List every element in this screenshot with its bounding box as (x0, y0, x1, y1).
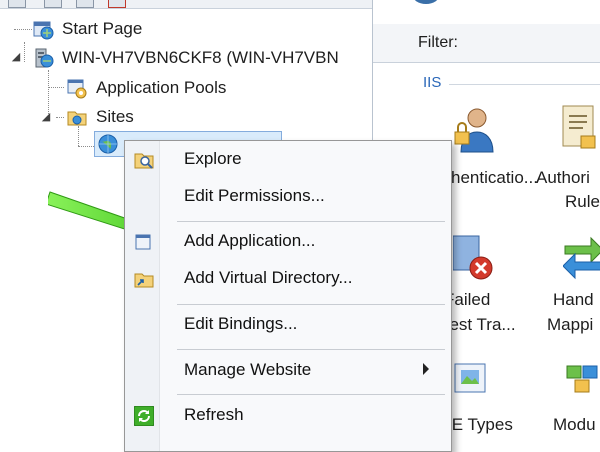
authorization-rules-label-line1[interactable]: Authori (536, 166, 590, 190)
refresh-icon (133, 405, 155, 427)
tree-item-website[interactable] (97, 132, 127, 156)
authorization-rules-label-line2[interactable]: Rule (565, 190, 600, 214)
collapse-sites-icon[interactable]: ◢ (41, 110, 51, 123)
menu-separator (177, 304, 445, 305)
menu-item-add-virtual-directory[interactable]: Add Virtual Directory... (127, 264, 447, 294)
tree-item-start-page[interactable]: Start Page (32, 17, 142, 41)
modules-icon[interactable] (563, 360, 600, 405)
menu-item-label: Explore (184, 149, 242, 168)
menu-item-explore[interactable]: Explore (127, 145, 447, 175)
connections-toolbar (0, 0, 372, 9)
menu-separator (177, 394, 445, 395)
start-page-icon (32, 18, 54, 40)
menu-item-add-application[interactable]: Add Application... (127, 227, 447, 257)
tree-item-application-pools[interactable]: Application Pools (66, 76, 226, 100)
tree-item-label: WIN-VH7VBN6CKF8 (WIN-VH7VBN (62, 48, 339, 67)
website-globe-icon (97, 133, 119, 155)
menu-item-label: Manage Website (184, 360, 312, 379)
menu-separator (177, 349, 445, 350)
header-globe-icon (414, 0, 438, 4)
add-application-icon (134, 232, 154, 252)
add-virtual-directory-icon (134, 269, 154, 289)
filter-bar: Filter: (373, 24, 600, 63)
save-icon[interactable] (44, 0, 62, 8)
menu-item-edit-bindings[interactable]: Edit Bindings... (127, 310, 447, 340)
mime-types-icon[interactable] (453, 360, 489, 405)
handler-mappings-label-line2[interactable]: Mappi (547, 313, 593, 337)
menu-item-refresh[interactable]: Refresh (127, 401, 447, 431)
menu-item-edit-permissions[interactable]: Edit Permissions... (127, 182, 447, 212)
sites-folder-icon (66, 106, 88, 128)
tree-item-sites[interactable]: Sites (66, 105, 134, 129)
tree-item-label: Application Pools (96, 78, 227, 97)
authentication-icon[interactable] (453, 104, 497, 161)
server-icon (32, 47, 54, 69)
modules-label[interactable]: Modu (553, 413, 596, 437)
collapse-server-icon[interactable]: ◢ (11, 50, 21, 63)
authorization-rules-icon[interactable] (561, 104, 600, 159)
menu-item-label: Edit Bindings... (184, 314, 298, 333)
handler-mappings-icon[interactable] (562, 234, 600, 285)
mime-types-label[interactable]: IE Types (447, 413, 513, 437)
failed-request-tracing-icon[interactable] (452, 234, 497, 289)
application-pools-icon (66, 77, 88, 99)
menu-item-label: Refresh (184, 405, 244, 424)
menu-separator (177, 221, 445, 222)
site-context-menu: Explore Edit Permissions... Add Applicat… (124, 140, 452, 452)
submenu-arrow-icon (423, 363, 429, 375)
authentication-label[interactable]: henticatio... (451, 166, 538, 190)
tree-item-label: Sites (96, 107, 134, 126)
disconnect-icon[interactable] (108, 0, 126, 8)
explore-icon (134, 150, 154, 170)
menu-item-label: Edit Permissions... (184, 186, 325, 205)
iis-section-header: IIS (423, 74, 442, 91)
menu-item-label: Add Virtual Directory... (184, 268, 353, 287)
section-divider (449, 84, 600, 85)
connect-icon[interactable] (8, 0, 26, 8)
up-icon[interactable] (76, 0, 94, 8)
tree-item-server[interactable]: WIN-VH7VBN6CKF8 (WIN-VH7VBN (32, 46, 339, 70)
tree-item-label: Start Page (62, 19, 143, 38)
menu-item-manage-website[interactable]: Manage Website (127, 356, 447, 386)
menu-item-label: Add Application... (184, 231, 316, 250)
filter-label: Filter: (418, 34, 458, 51)
handler-mappings-label-line1[interactable]: Hand (553, 288, 594, 312)
